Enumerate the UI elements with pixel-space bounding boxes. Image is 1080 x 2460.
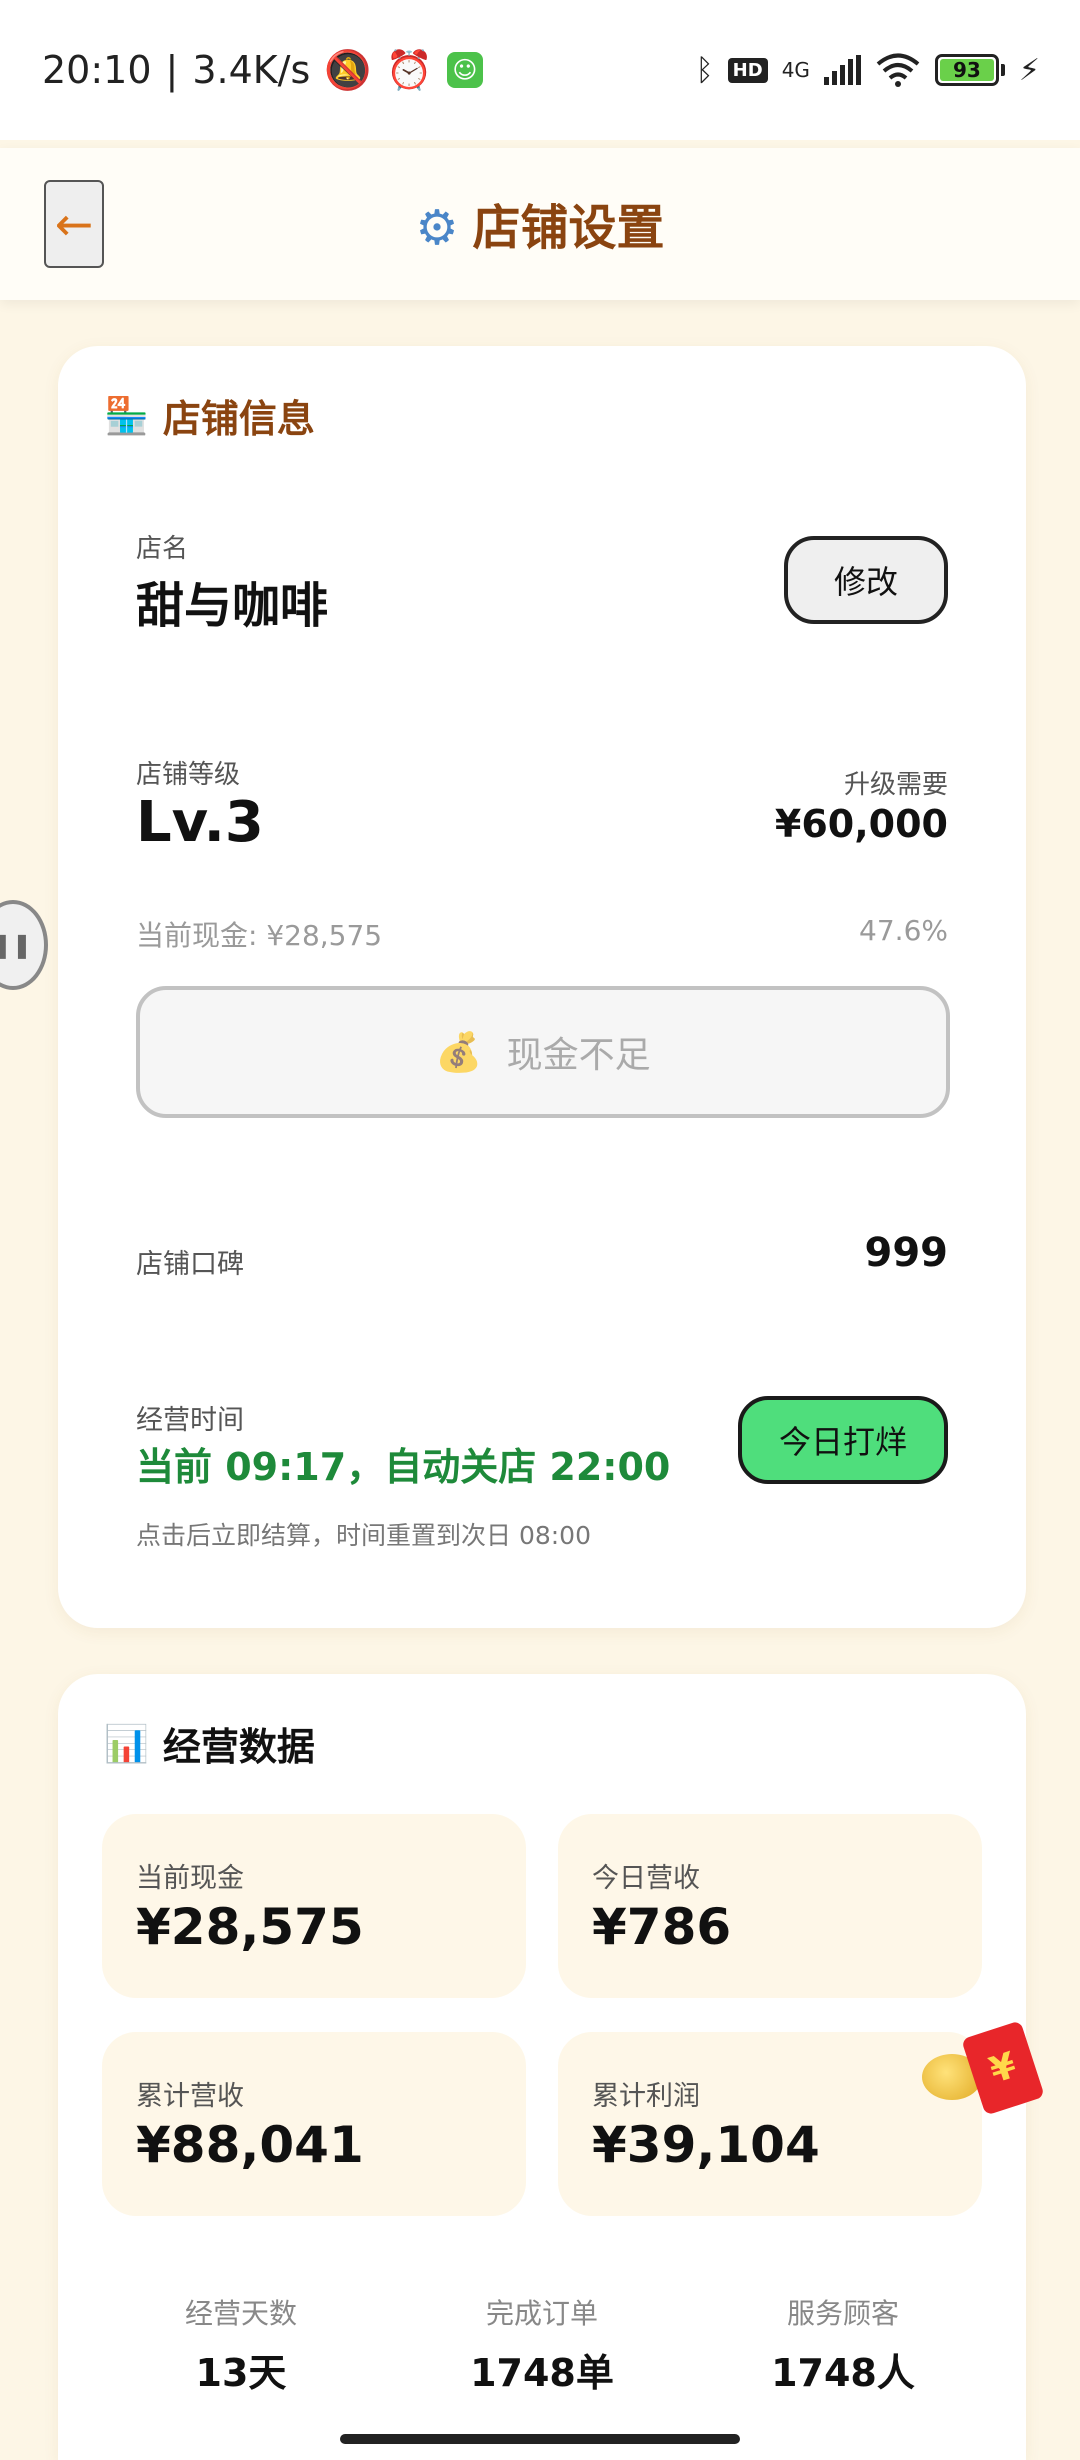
- stat-card-current-cash: 当前现金 ¥28,575: [102, 1814, 526, 1998]
- shop-level-value: Lv.3: [136, 790, 264, 855]
- signal-icon: [823, 55, 861, 85]
- close-today-button[interactable]: 今日打烊: [738, 1396, 948, 1484]
- reputation-value: 999: [864, 1230, 949, 1276]
- insufficient-cash-label: 现金不足: [506, 1035, 651, 1076]
- home-indicator[interactable]: [340, 2434, 740, 2444]
- stat-card-total-revenue: 累计营收 ¥88,041: [102, 2032, 526, 2216]
- mini-stat-value: 1748单: [470, 2351, 614, 2395]
- reputation-label: 店铺口碑: [136, 1249, 244, 1280]
- page-title: ⚙ 店铺设置: [0, 188, 1080, 258]
- pause-icon: ❚❚: [0, 931, 32, 959]
- wifi-icon: [876, 53, 920, 87]
- money-bag-icon: 💰: [435, 1029, 483, 1074]
- shop-name-label: 店名: [136, 534, 189, 564]
- shop-info-title: 🏪 店铺信息: [104, 395, 315, 442]
- bar-chart-icon: 📊: [104, 1723, 149, 1765]
- mini-stat-customers: 服务顾客 1748人: [693, 2292, 993, 2397]
- business-data-card: 📊 经营数据 当前现金 ¥28,575 今日营收 ¥786 累计营收 ¥88,0…: [58, 1674, 1026, 2460]
- shop-name-value: 甜与咖啡: [136, 578, 329, 634]
- current-cash-text: 当前现金: ¥28,575: [136, 919, 383, 952]
- stat-label: 累计营收: [136, 2081, 244, 2112]
- alarm-icon: ⏰: [385, 47, 433, 92]
- close-hint-text: 点击后立即结算，时间重置到次日 08:00: [136, 1521, 591, 1550]
- charging-icon: ⚡: [1018, 52, 1040, 88]
- mini-stat-value: 1748人: [771, 2351, 915, 2395]
- mini-stat-label: 服务顾客: [786, 2297, 899, 2330]
- store-icon: 🏪: [104, 395, 149, 437]
- separator: |: [165, 48, 179, 92]
- mini-stat-days: 经营天数 13天: [91, 2292, 391, 2397]
- business-hours-value: 当前 09:17，自动关店 22:00: [136, 1445, 671, 1489]
- page-title-text: 店铺设置: [472, 200, 665, 256]
- mini-stat-label: 经营天数: [184, 2297, 297, 2330]
- mini-stat-orders: 完成订单 1748单: [392, 2292, 692, 2397]
- stat-label: 累计利润: [592, 2081, 700, 2112]
- stat-value: ¥39,104: [592, 2116, 820, 2174]
- stat-card-total-profit: 累计利润 ¥39,104: [558, 2032, 982, 2216]
- stat-label: 当前现金: [136, 1863, 244, 1894]
- status-bar: 20:10 | 3.4K/s 🔕 ⏰ ☺ ᛒ HD 4G 93 ⚡: [0, 0, 1080, 140]
- upgrade-progress-text: 47.6%: [859, 914, 948, 947]
- stat-value: ¥88,041: [136, 2116, 364, 2174]
- status-left: 20:10 | 3.4K/s 🔕 ⏰ ☺: [42, 48, 483, 93]
- gear-icon: ⚙: [415, 200, 459, 256]
- status-right: ᛒ HD 4G 93 ⚡: [696, 53, 1040, 88]
- upgrade-cost-label: 升级需要: [843, 770, 948, 800]
- stat-value: ¥786: [592, 1898, 732, 1956]
- floating-side-handle[interactable]: ❚❚: [0, 900, 48, 990]
- insufficient-cash-button[interactable]: 💰 现金不足: [136, 986, 950, 1118]
- clock: 20:10: [42, 48, 152, 92]
- app-notification-icon: ☺: [446, 52, 483, 88]
- hd-icon: HD: [727, 57, 768, 83]
- bluetooth-icon: ᛒ: [695, 52, 714, 88]
- red-packet-icon[interactable]: ¥: [922, 2020, 1052, 2120]
- battery-level: 93: [939, 58, 994, 82]
- business-hours-label: 经营时间: [136, 1405, 244, 1436]
- stat-value: ¥28,575: [136, 1898, 364, 1956]
- stat-card-today-revenue: 今日营收 ¥786: [558, 1814, 982, 1998]
- mini-stat-value: 13天: [195, 2351, 287, 2395]
- network-type: 4G: [781, 58, 810, 82]
- shop-info-card: 🏪 店铺信息 店名 甜与咖啡 修改 店铺等级 Lv.3 升级需要 ¥60,000…: [58, 346, 1026, 1628]
- network-speed: 3.4K/s: [192, 48, 311, 92]
- red-packet-envelope: ¥: [961, 2020, 1045, 2116]
- page-header: ← ⚙ 店铺设置: [0, 148, 1080, 300]
- mini-stat-label: 完成订单: [485, 2297, 598, 2330]
- upgrade-cost-value: ¥60,000: [774, 802, 948, 846]
- battery-icon: 93: [934, 54, 1005, 86]
- bell-muted-icon: 🔕: [324, 47, 372, 92]
- business-data-title: 📊 经营数据: [104, 1723, 315, 1770]
- edit-name-button[interactable]: 修改: [784, 536, 948, 624]
- stat-label: 今日营收: [592, 1863, 700, 1894]
- shop-level-label: 店铺等级: [136, 760, 241, 790]
